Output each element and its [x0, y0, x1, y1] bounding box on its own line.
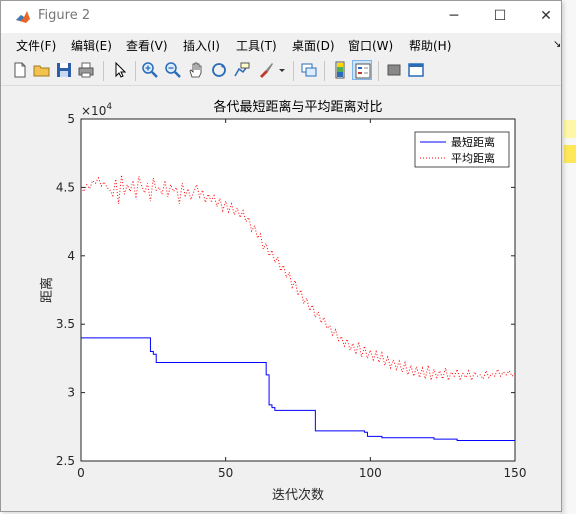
figure-toolbar	[1, 57, 561, 86]
link-plot-icon[interactable]	[300, 61, 318, 79]
new-figure-icon[interactable]	[11, 61, 29, 79]
toolbar-separator	[103, 61, 104, 81]
close-button[interactable]: ✕	[523, 1, 569, 33]
x-tick-label: 100	[359, 466, 382, 480]
minimize-button[interactable]: ─	[431, 1, 477, 33]
background-window-edge	[560, 0, 576, 514]
edit-plot-arrow-icon[interactable]	[111, 61, 129, 79]
y-tick-label: 5	[67, 112, 75, 126]
x-tick-label: 0	[77, 466, 85, 480]
menu-tools[interactable]: 工具(T)	[236, 37, 277, 54]
toolbar-separator	[378, 61, 379, 81]
menu-view[interactable]: 查看(V)	[126, 37, 168, 54]
y-tick-label: 4	[67, 249, 75, 263]
data-cursor-icon[interactable]	[233, 61, 251, 79]
background-highlight	[564, 145, 576, 163]
legend-label-average: 平均距离	[451, 151, 495, 165]
maximize-button[interactable]: ☐	[477, 1, 523, 33]
show-plot-tools-icon[interactable]	[407, 61, 425, 79]
menu-bar: 文件(F) 编辑(E) 查看(V) 插入(I) 工具(T) 桌面(D) 窗口(W…	[1, 33, 561, 55]
legend-label-shortest: 最短距离	[451, 135, 495, 149]
brush-icon[interactable]	[257, 61, 275, 79]
toolbar-separator	[135, 61, 136, 81]
legend-button[interactable]	[352, 60, 372, 80]
menu-file[interactable]: 文件(F)	[16, 37, 56, 54]
y-axis-label: 距离	[39, 277, 55, 303]
background-highlight	[564, 120, 576, 138]
menu-window[interactable]: 窗口(W)	[348, 37, 393, 54]
matlab-logo-icon	[15, 9, 31, 25]
toolbar-separator	[293, 61, 294, 81]
window-title: Figure 2	[38, 8, 91, 23]
x-tick-label: 50	[218, 466, 233, 480]
menu-edit[interactable]: 编辑(E)	[71, 37, 112, 54]
zoom-out-icon[interactable]	[164, 61, 182, 79]
y-tick-label: 3	[67, 386, 75, 400]
zoom-in-icon[interactable]	[141, 61, 159, 79]
chart-title: 各代最短距离与平均距离对比	[213, 99, 382, 115]
colorbar-icon[interactable]	[331, 61, 349, 79]
rotate-3d-icon[interactable]	[210, 61, 228, 79]
save-icon[interactable]	[55, 61, 73, 79]
y-tick-label: 2.5	[56, 454, 75, 468]
plot-axes[interactable]	[80, 118, 516, 462]
y-tick-label: 4.5	[56, 180, 75, 194]
brush-dropdown-icon[interactable]	[277, 61, 287, 79]
pan-hand-icon[interactable]	[187, 61, 205, 79]
hide-plot-tools-icon[interactable]	[385, 61, 403, 79]
print-icon[interactable]	[77, 61, 95, 79]
y-tick-label: 3.5	[56, 317, 75, 331]
legend-icon	[355, 63, 371, 79]
figure-window: Figure 2 ─ ☐ ✕ 文件(F) 编辑(E) 查看(V) 插入(I) 工…	[0, 0, 562, 512]
toolbar-separator	[324, 61, 325, 81]
menu-desktop[interactable]: 桌面(D)	[292, 37, 335, 54]
x-tick-label: 150	[504, 466, 527, 480]
open-file-icon[interactable]	[33, 61, 51, 79]
menu-insert[interactable]: 插入(I)	[183, 37, 220, 54]
menu-overflow-arrow-icon[interactable]: ↘	[553, 39, 561, 50]
legend[interactable]: 最短距离 平均距离	[414, 131, 510, 168]
x-axis-label: 迭代次数	[272, 487, 324, 503]
menu-help[interactable]: 帮助(H)	[409, 37, 451, 54]
title-bar[interactable]: Figure 2 ─ ☐ ✕	[1, 1, 561, 33]
figure-canvas: 0 50 100 150 2.5 3 3.5 4 4.5 5 各代最短距离与平均距离对比 迭代次数…	[9, 87, 557, 507]
